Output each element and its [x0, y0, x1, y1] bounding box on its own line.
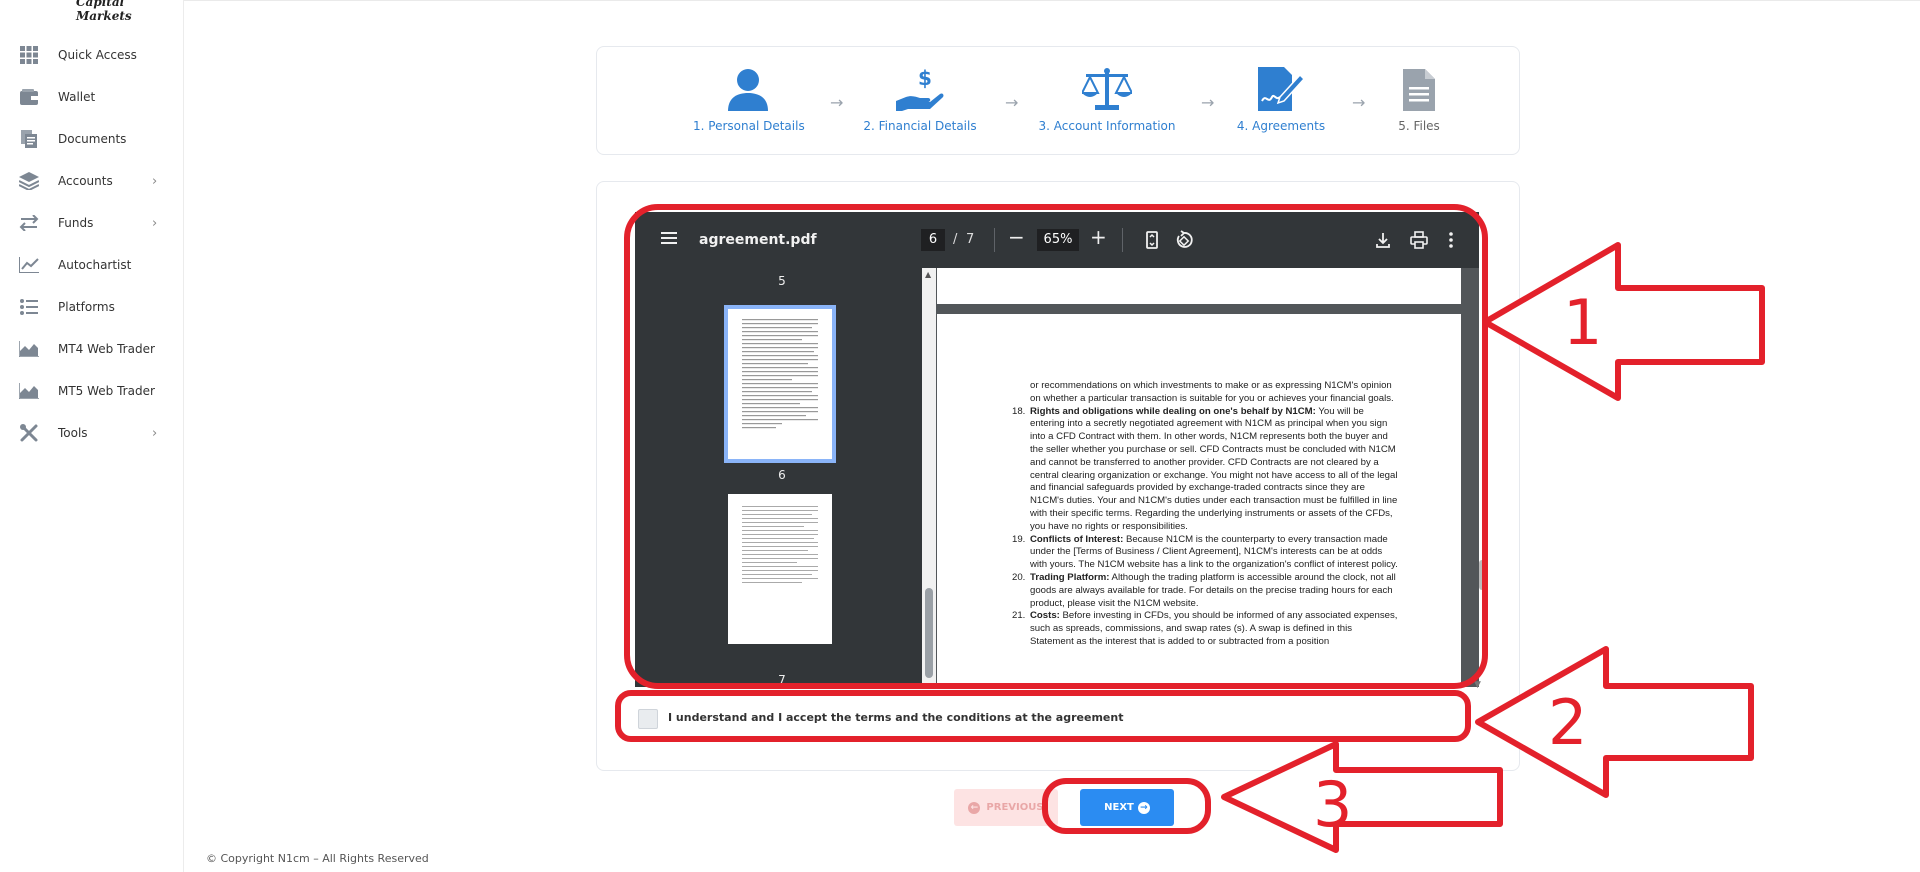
- annotation-label-2: 2: [1548, 686, 1588, 759]
- annotation-arrow-2: [1475, 646, 1754, 798]
- annotation-label-1: 1: [1563, 286, 1603, 359]
- annotation-arrow-1: [1482, 242, 1765, 401]
- annotation-label-3: 3: [1313, 768, 1353, 841]
- annotation-arrow-3: [1221, 741, 1503, 853]
- annotation-arrows: [1221, 242, 1765, 853]
